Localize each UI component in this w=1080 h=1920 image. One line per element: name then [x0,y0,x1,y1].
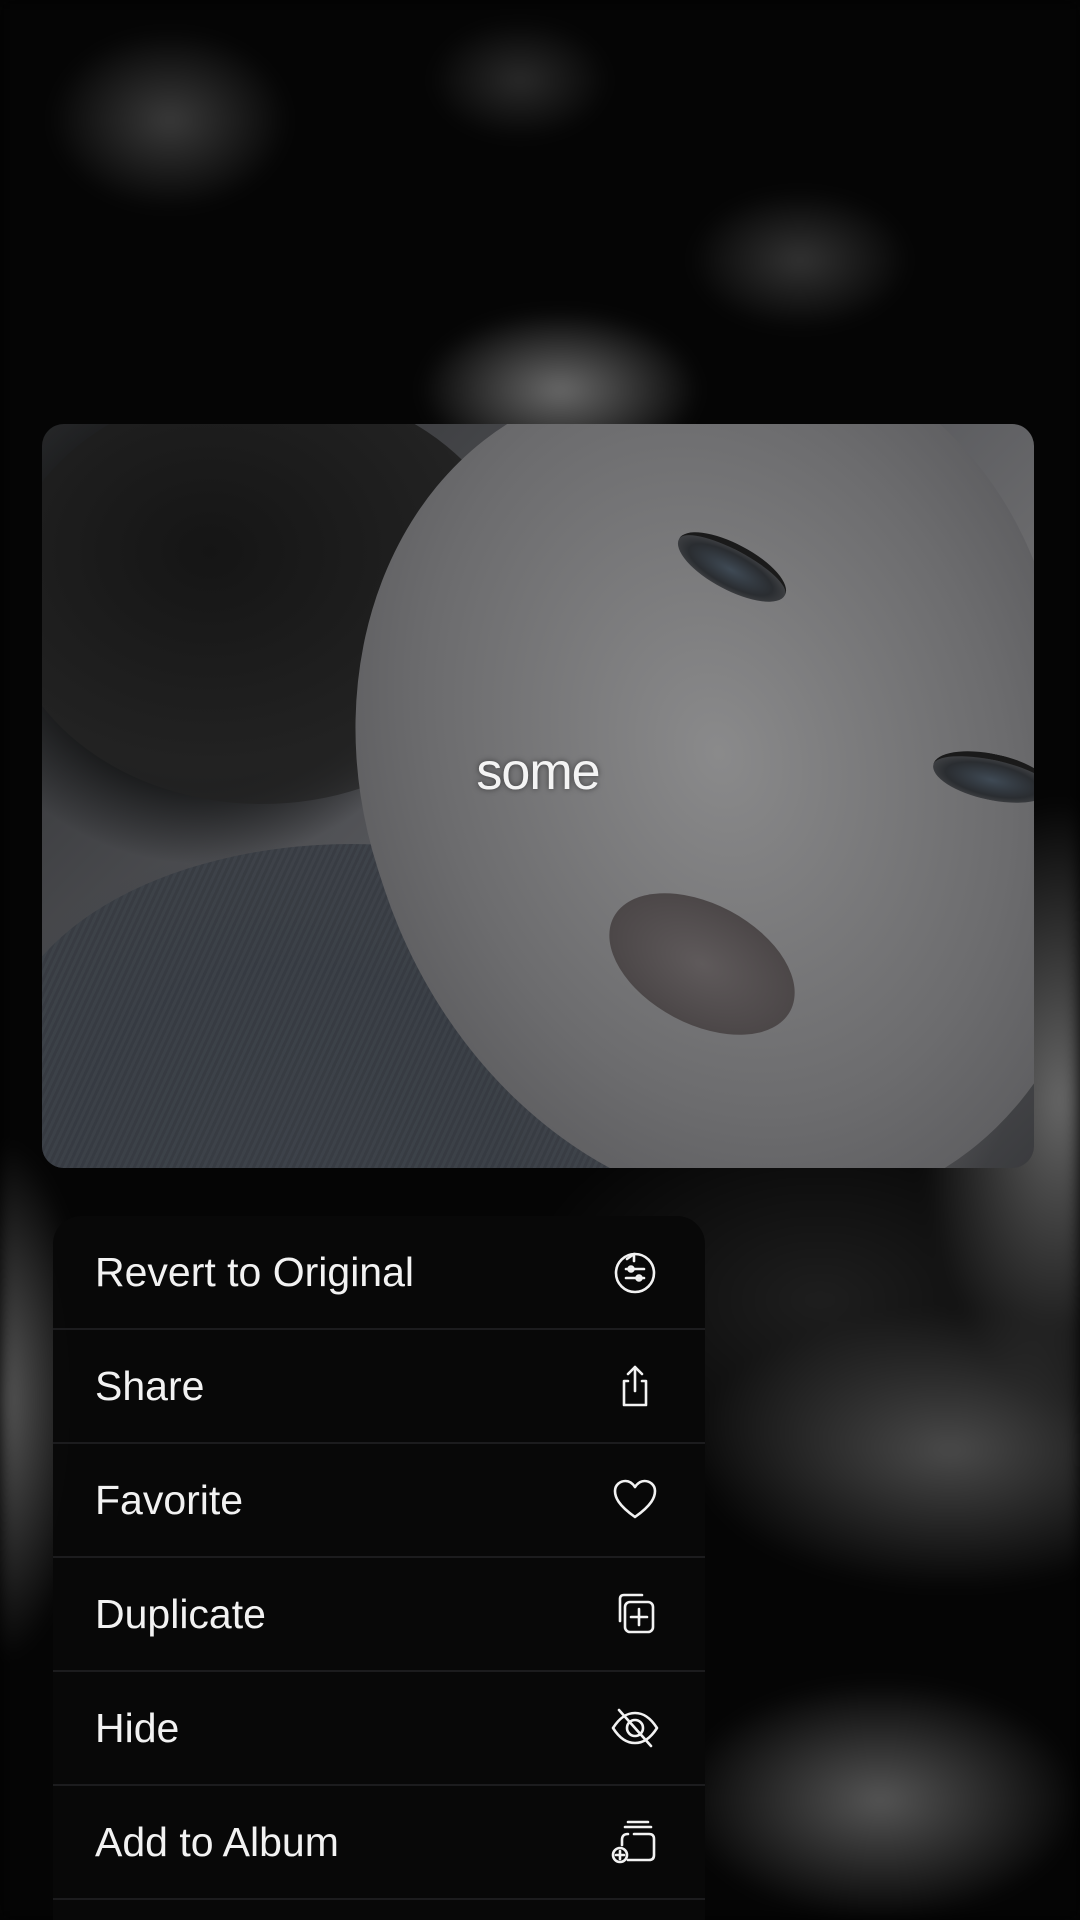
photo-caption: some [476,743,600,801]
screen: some Revert to Original Share Favorite D… [0,0,1080,1920]
menu-item-label: Duplicate [95,1590,266,1637]
menu-item-add-to-album[interactable]: Add to Album [53,1786,705,1900]
menu-item-favorite[interactable]: Favorite [53,1444,705,1558]
menu-item-duplicate[interactable]: Duplicate [53,1558,705,1672]
add-to-album-icon [609,1816,661,1868]
share-icon [609,1360,661,1412]
menu-item-label: Share [95,1362,205,1409]
heart-icon [609,1474,661,1526]
revert-icon [609,1246,661,1298]
eye-slash-icon [609,1702,661,1754]
menu-item-label: Favorite [95,1476,244,1523]
menu-item-label: Add to Album [95,1818,339,1865]
menu-item-revert-to-original[interactable]: Revert to Original [53,1216,705,1330]
menu-item-share[interactable]: Share [53,1330,705,1444]
menu-item-label: Hide [95,1704,180,1751]
context-menu: Revert to Original Share Favorite Duplic… [53,1216,705,1920]
duplicate-icon [609,1588,661,1640]
photo-preview[interactable]: some [42,424,1034,1168]
menu-item-label: Revert to Original [95,1248,415,1295]
menu-item-hide[interactable]: Hide [53,1672,705,1786]
